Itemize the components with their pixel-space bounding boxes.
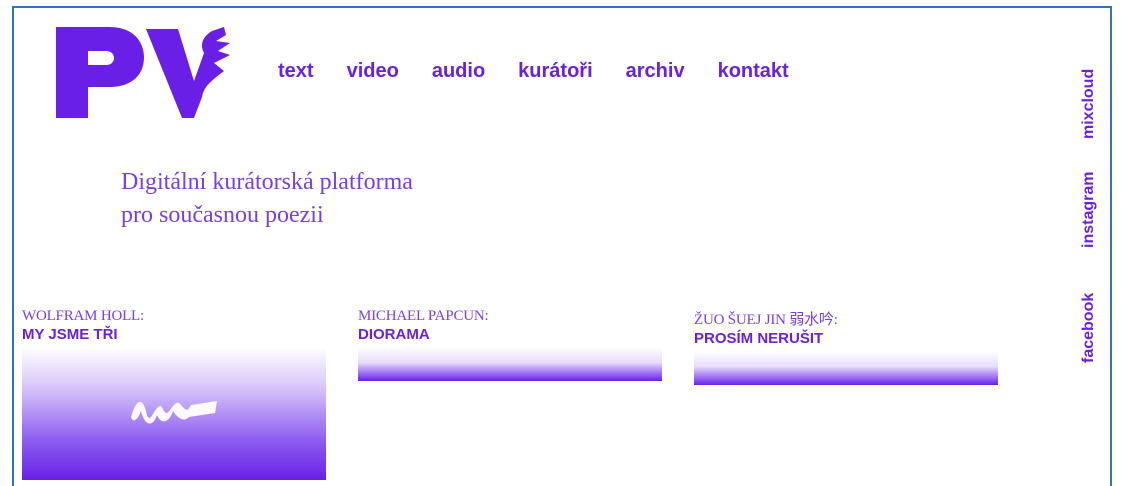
tagline-line2: pro současnou poezii xyxy=(121,202,324,228)
card-author: WOLFRAM HOLL: xyxy=(22,308,144,324)
card-3[interactable]: ŽUO ŠUEJ JIN 弱水吟: PROSÍM NERUŠIT xyxy=(694,308,998,385)
nav-contact[interactable]: kontakt xyxy=(718,60,789,83)
social-facebook[interactable]: facebook xyxy=(1080,293,1098,363)
card-2[interactable]: MICHAEL PAPCUN: DIORAMA xyxy=(358,308,662,381)
card-title[interactable]: DIORAMA xyxy=(358,326,662,343)
social-mixcloud[interactable]: mixcloud xyxy=(1080,69,1098,139)
tagline: Digitální kurátorská platforma pro souča… xyxy=(121,166,413,232)
card-author: MICHAEL PAPCUN: xyxy=(358,308,489,324)
tagline-line1: Digitální kurátorská platforma xyxy=(121,169,413,195)
card-title[interactable]: PROSÍM NERUŠIT xyxy=(694,330,998,347)
wave-icon xyxy=(131,401,217,424)
nav-video[interactable]: video xyxy=(347,60,399,83)
card-thumbnail[interactable] xyxy=(358,347,662,381)
card-1[interactable]: WOLFRAM HOLL: MY JSME TŘI xyxy=(22,308,326,480)
card-author: ŽUO ŠUEJ JIN 弱水吟: xyxy=(694,312,838,328)
card-thumbnail[interactable] xyxy=(22,347,326,480)
nav-archive[interactable]: archiv xyxy=(626,60,685,83)
page-frame: text video audio kurátoři archiv kontakt… xyxy=(12,6,1112,486)
nav-audio[interactable]: audio xyxy=(432,60,485,83)
main-nav: text video audio kurátoři archiv kontakt xyxy=(278,60,822,83)
nav-curators[interactable]: kurátoři xyxy=(518,60,592,83)
nav-text[interactable]: text xyxy=(278,60,314,83)
card-title[interactable]: MY JSME TŘI xyxy=(22,326,326,343)
card-thumbnail[interactable] xyxy=(694,351,998,385)
social-links: mixcloud instagram facebook xyxy=(1078,63,1104,373)
site-logo[interactable] xyxy=(54,23,234,123)
social-instagram[interactable]: instagram xyxy=(1080,172,1098,248)
